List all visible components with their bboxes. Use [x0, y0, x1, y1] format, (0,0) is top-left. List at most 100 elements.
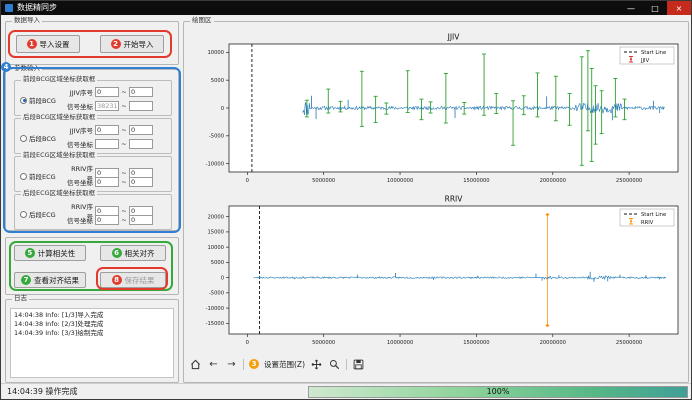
back-icon[interactable]: ←: [207, 358, 220, 371]
log-group: 日志 14:04:38 Info: [1/3]导入完成 14:04:38 Inf…: [5, 299, 179, 383]
svg-text:RRIV: RRIV: [641, 220, 654, 226]
svg-text:15000000: 15000000: [463, 340, 489, 346]
import-group-label: 数据导入: [12, 17, 42, 24]
rear-ecg-radio[interactable]: 后段ECG: [20, 209, 56, 219]
svg-text:Start Line: Start Line: [641, 50, 666, 56]
radio-icon[interactable]: [20, 97, 27, 104]
row-label: 信号坐标: [65, 215, 93, 225]
section-front-bcg: 前段BCG区域坐标获取框 前段BCG JJIV序号 ~ 信号坐标 ~: [14, 80, 172, 116]
rear-ecg-radio-label: 后段ECG: [29, 209, 56, 219]
import-group: 数据导入 1 导入设置 2 开始导入: [5, 21, 179, 65]
signal-coord-to-input[interactable]: [129, 215, 153, 225]
close-button-icon[interactable]: ×: [667, 1, 691, 15]
front-ecg-radio[interactable]: 前段ECG: [20, 171, 56, 181]
pan-icon[interactable]: [310, 358, 323, 371]
params-group-label: 参数输入: [12, 65, 42, 72]
correlation-align-button[interactable]: 6 相关对齐: [100, 245, 166, 261]
svg-text:-10000: -10000: [206, 306, 224, 312]
svg-text:10000000: 10000000: [387, 178, 413, 184]
svg-text:-10000: -10000: [206, 161, 224, 167]
badge-4: 4: [1, 62, 11, 72]
save-result-label: 保存结果: [125, 275, 155, 286]
svg-text:5000000: 5000000: [312, 178, 335, 184]
svg-text:10000: 10000: [207, 50, 224, 56]
param-row: 信号坐标 ~: [65, 139, 153, 149]
jjiv-index-from-input[interactable]: [95, 125, 119, 135]
jjiv-index-from-input[interactable]: [95, 87, 119, 97]
badge-7: 7: [21, 275, 31, 285]
radio-icon[interactable]: [20, 173, 27, 180]
svg-text:10000000: 10000000: [387, 340, 413, 346]
svg-text:20000000: 20000000: [540, 340, 566, 346]
tilde-separator: ~: [121, 178, 127, 186]
svg-text:15000000: 15000000: [463, 178, 489, 184]
signal-coord-to-input[interactable]: [129, 101, 153, 111]
svg-text:25000000: 25000000: [616, 340, 642, 346]
actions-group: 5 计算相关性 6 相关对齐 7 查看对齐结果 8 保存结果: [5, 237, 179, 295]
jjiv-index-to-input[interactable]: [129, 87, 153, 97]
svg-text:5000000: 5000000: [312, 340, 335, 346]
start-import-button[interactable]: 2 开始导入: [100, 35, 164, 53]
front-bcg-radio[interactable]: 前段BCG: [20, 95, 56, 105]
correlation-align-label: 相关对齐: [125, 248, 155, 259]
view-align-result-label: 查看对齐结果: [34, 275, 79, 286]
app-icon: [5, 4, 13, 12]
signal-coord-from-input[interactable]: [95, 177, 119, 187]
home-icon[interactable]: [189, 358, 202, 371]
maximize-button-icon[interactable]: □: [643, 1, 667, 15]
forward-icon[interactable]: →: [225, 358, 238, 371]
signal-coord-from-input[interactable]: [95, 215, 119, 225]
signal-coord-from-input[interactable]: [95, 101, 119, 111]
badge-2: 2: [111, 39, 121, 49]
param-row: 信号坐标 ~: [65, 215, 153, 225]
rear-bcg-radio[interactable]: 后段BCG: [20, 133, 56, 143]
tilde-separator: ~: [121, 140, 127, 148]
svg-text:0: 0: [246, 340, 249, 346]
radio-icon[interactable]: [20, 211, 27, 218]
log-output[interactable]: 14:04:38 Info: [1/3]导入完成 14:04:38 Info: …: [10, 308, 174, 378]
section-rear-bcg-title: 后段BCG区域坐标获取框: [21, 114, 97, 121]
svg-text:5000: 5000: [211, 260, 224, 266]
jjiv-index-to-input[interactable]: [129, 125, 153, 135]
zoom-icon[interactable]: [328, 358, 341, 371]
toolbar-divider: [346, 359, 347, 370]
minimize-button-icon[interactable]: —: [619, 1, 643, 15]
import-settings-button[interactable]: 1 导入设置: [16, 35, 80, 53]
section-front-ecg-title: 前段ECG区域坐标获取框: [21, 152, 97, 159]
svg-text:0: 0: [221, 275, 224, 281]
log-line: 14:04:39 Info: [3/3]绘制完成: [14, 329, 170, 338]
signal-coord-to-input[interactable]: [129, 139, 153, 149]
log-line: 14:04:38 Info: [1/3]导入完成: [14, 311, 170, 320]
import-settings-label: 导入设置: [40, 39, 70, 50]
badge-1: 1: [27, 39, 37, 49]
calc-correlation-button[interactable]: 5 计算相关性: [14, 245, 86, 261]
radio-icon[interactable]: [20, 135, 27, 142]
calc-correlation-label: 计算相关性: [38, 248, 76, 259]
toolbar-divider: [243, 359, 244, 370]
set-range-button[interactable]: 设置范围(Z): [264, 359, 305, 370]
svg-text:0: 0: [246, 178, 249, 184]
tilde-separator: ~: [121, 207, 127, 215]
param-row: JJIV序号 ~: [65, 87, 153, 97]
section-front-bcg-title: 前段BCG区域坐标获取框: [21, 76, 97, 83]
title-bar: 数据精同步 — □ ×: [1, 1, 691, 15]
signal-coord-from-input[interactable]: [95, 139, 119, 149]
svg-text:0: 0: [221, 106, 224, 112]
plot-toolbar: ← → 3 设置范围(Z): [189, 355, 365, 373]
badge-6: 6: [112, 248, 122, 258]
rear-bcg-radio-label: 后段BCG: [29, 133, 56, 143]
svg-text:-5000: -5000: [209, 134, 224, 140]
badge-8: 8: [112, 275, 122, 285]
view-align-result-button[interactable]: 7 查看对齐结果: [14, 272, 86, 288]
param-row: JJIV序号 ~: [65, 125, 153, 135]
row-label: 信号坐标: [65, 101, 93, 111]
tilde-separator: ~: [121, 88, 127, 96]
rriv-chart[interactable]: RRIV 0 5000000 10000000 15000000 20000000 2500…: [189, 193, 685, 351]
jjiv-chart[interactable]: JJIV050000001000000015000000200000002500…: [189, 31, 685, 189]
signal-coord-to-input[interactable]: [129, 177, 153, 187]
save-result-button[interactable]: 8 保存结果: [100, 272, 166, 288]
start-import-label: 开始导入: [124, 39, 154, 50]
svg-text:10000: 10000: [207, 245, 224, 251]
save-icon[interactable]: [352, 358, 365, 371]
row-label: JJIV序号: [65, 125, 93, 135]
